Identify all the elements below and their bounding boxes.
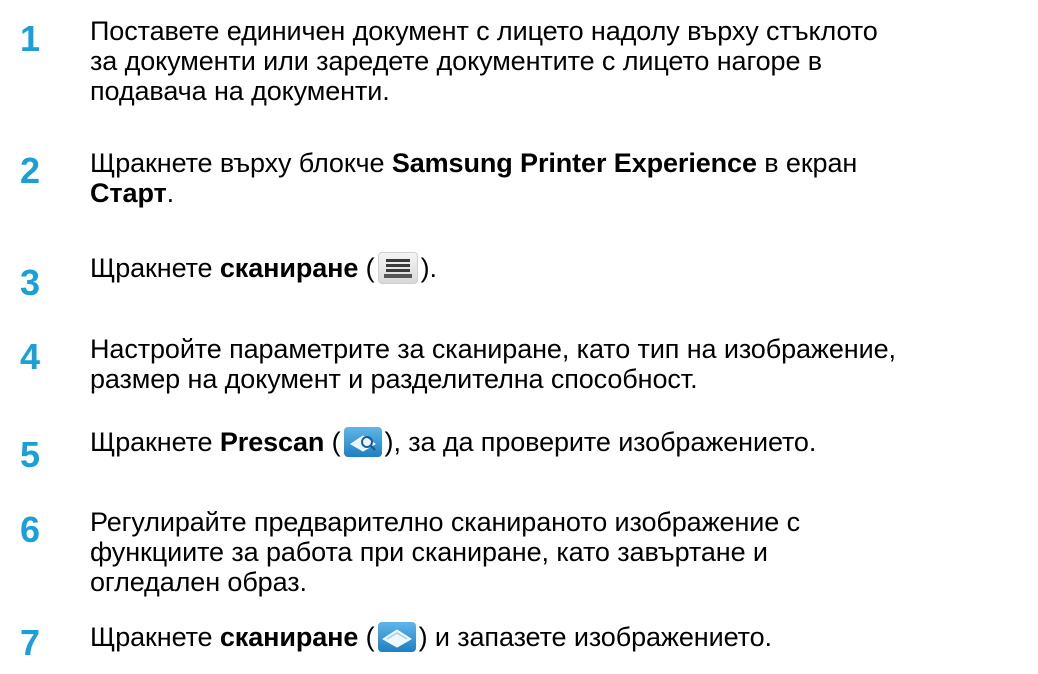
step-line: Старт. (90, 178, 1030, 208)
step-line: функциите за работа при сканиране, като … (90, 537, 768, 567)
step-text-plain: . (166, 178, 175, 208)
step-text-plain: Щракнете върху блокче (90, 148, 392, 178)
step-text: Щракнете Prescan (), за да проверите изо… (90, 426, 1030, 457)
scan-label: сканиране (219, 622, 359, 652)
step-text-plain: ), за да проверите изображението. (384, 427, 817, 457)
step-text-plain: ) и запазете изображението. (418, 622, 772, 652)
step-line: размер на документ и разделителна способ… (90, 364, 698, 394)
step-line: Щракнете сканиране (). (90, 251, 437, 284)
step-text: Регулирайте предварително сканираното из… (90, 507, 1030, 597)
step-line: Щракнете сканиране () и запазете изображ… (90, 621, 772, 652)
step-text-plain: Щракнете (90, 253, 220, 283)
step-line: Регулирайте предварително сканираното из… (90, 507, 800, 537)
scanner-icon (377, 251, 418, 284)
step-text: Щракнете сканиране () и запазете изображ… (90, 621, 1030, 652)
app-name: Samsung Printer Experience (391, 148, 757, 178)
step-line: Щракнете върху блокче Samsung Printer Ex… (90, 148, 1030, 178)
step-text: Поставете единичен документ с лицето над… (90, 16, 1030, 106)
step-line: Щракнете Prescan (), за да проверите изо… (90, 426, 817, 457)
step-number: 5 (20, 434, 41, 475)
scan-label: сканиране (219, 253, 359, 283)
step-number: 1 (20, 18, 41, 59)
step-number: 4 (20, 336, 41, 377)
step-line: подавача на документи. (90, 76, 390, 106)
step-number: 7 (20, 622, 41, 663)
step-number: 2 (20, 150, 41, 191)
step-text: Щракнете върху блокче Samsung Printer Ex… (90, 148, 1030, 208)
step-text: Настройте параметрите за сканиране, като… (90, 334, 1030, 394)
start-screen-label: Старт (90, 178, 167, 208)
step-line: огледален образ. (90, 567, 307, 597)
step-line: Поставете единичен документ с лицето над… (90, 16, 878, 46)
step-number: 6 (20, 509, 41, 550)
step-text: Щракнете сканиране (). (90, 251, 1030, 284)
step-text-plain: в екран (756, 148, 858, 178)
step-text-plain: Щракнете (90, 427, 220, 457)
step-text-plain: Щракнете (90, 622, 220, 652)
step-line: за документи или заредете документите с … (90, 46, 823, 76)
scan-button-icon (377, 621, 416, 652)
prescan-icon (343, 426, 382, 457)
step-line: Настройте параметрите за сканиране, като… (90, 334, 896, 364)
prescan-label: Prescan (219, 427, 325, 457)
step-number: 3 (20, 262, 41, 303)
